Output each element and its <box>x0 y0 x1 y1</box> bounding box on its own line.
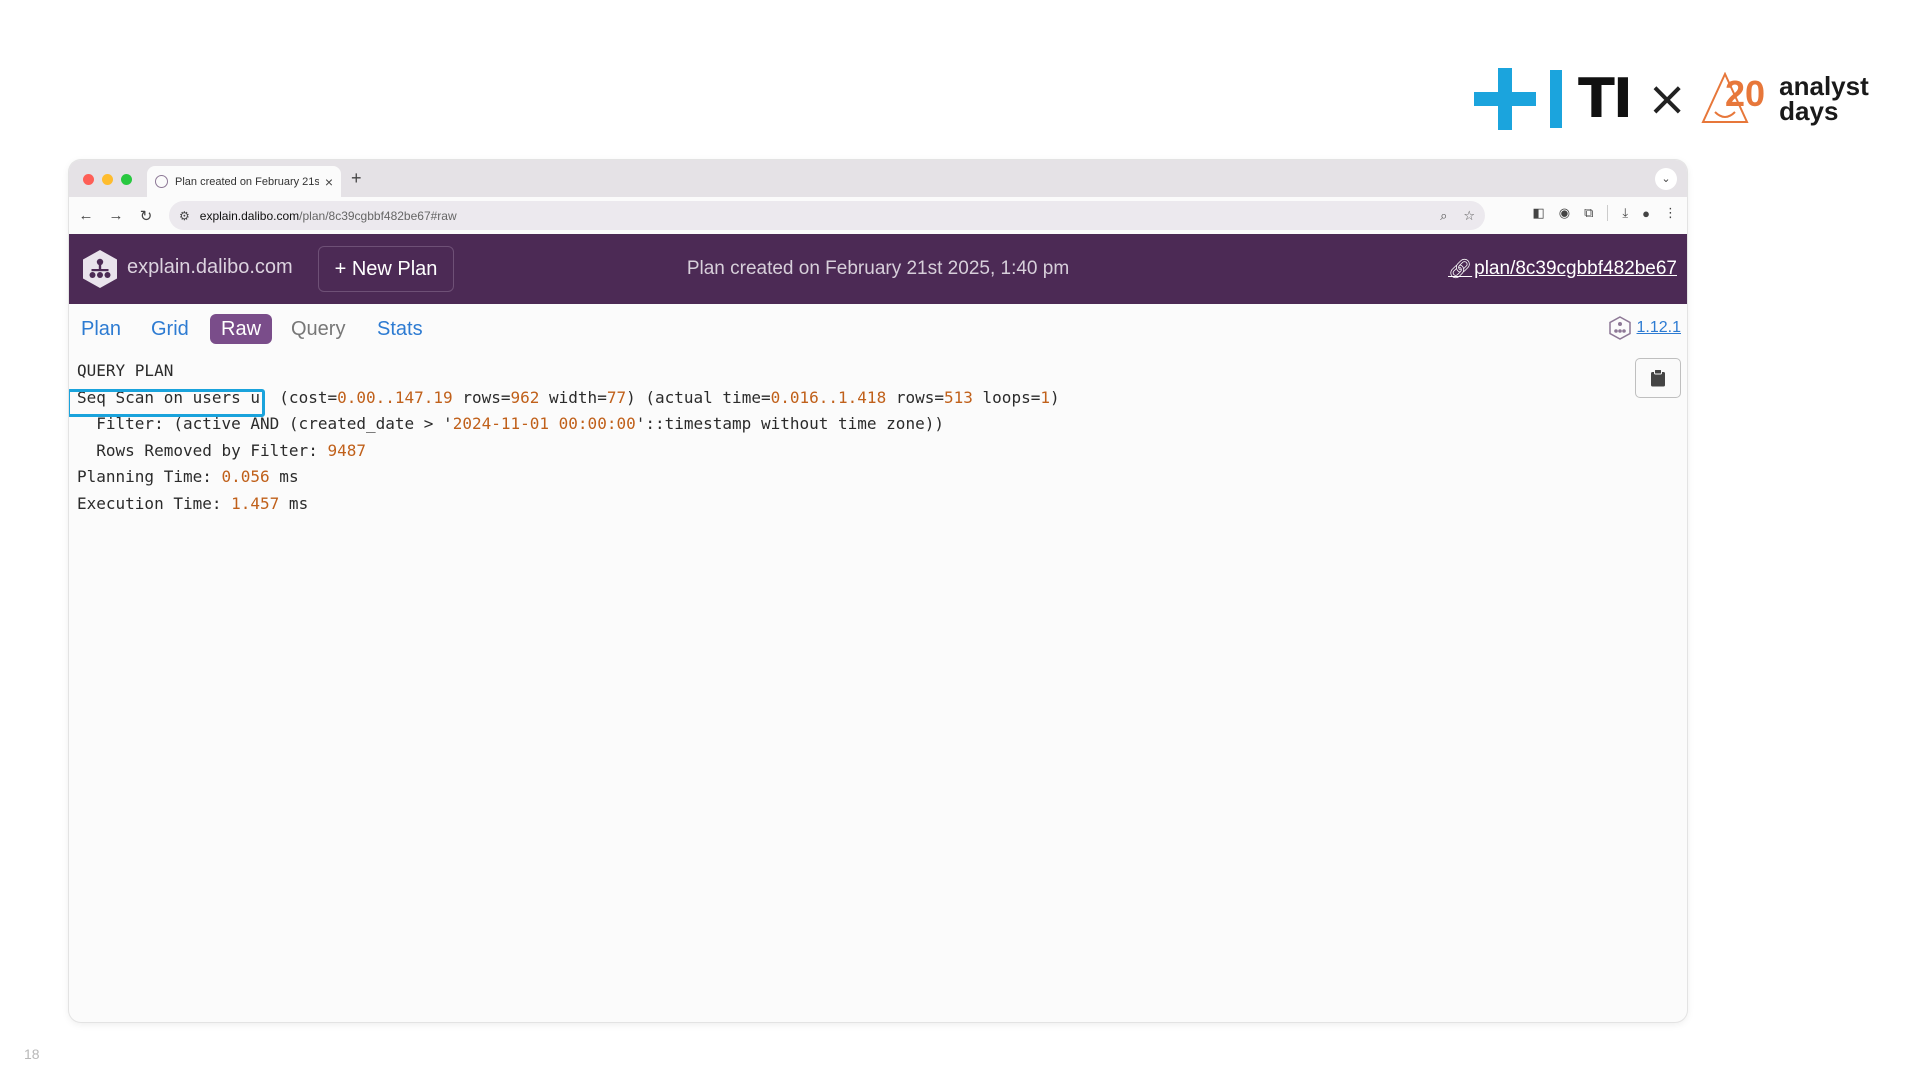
url-text[interactable]: explain.dalibo.com/plan/8c39cgbbf482be67… <box>200 209 1424 223</box>
back-button[interactable]: ← <box>71 207 101 224</box>
version-link[interactable]: 1.12.1 <box>1608 316 1681 340</box>
raw-text: ) <box>1049 387 1060 407</box>
cost-end: 147.19 <box>394 387 453 407</box>
raw-plan-output: QUERY PLAN Seq Scan on users u (cost=0.0… <box>69 354 1687 517</box>
toolbar-divider <box>1607 205 1609 221</box>
plan-rows: 962 <box>510 387 540 407</box>
plan-width: 77 <box>606 387 627 407</box>
maximize-window-button[interactable] <box>121 174 132 185</box>
analyst-days-text: analyst days <box>1779 73 1869 126</box>
ti-logo-text: TI <box>1578 67 1633 130</box>
tab-raw[interactable]: Raw <box>210 314 273 344</box>
translate-extension-icon[interactable]: ◧ <box>1532 205 1544 221</box>
cost-start: 0.00 <box>337 387 376 407</box>
reload-button[interactable]: ↻ <box>131 207 161 225</box>
profile-avatar-icon[interactable]: ● <box>1642 206 1650 221</box>
browser-window: Plan created on February 21st 2025, 1:40… <box>69 160 1687 1022</box>
bar-logo-icon <box>1550 70 1562 128</box>
raw-line-filter: Filter: (active AND (created_date > '202… <box>77 411 1687 438</box>
raw-text: ) (actual time= <box>626 387 771 407</box>
analyst-days-logo-icon: 20 <box>1701 71 1775 126</box>
execution-time-value: 1.457 <box>231 493 280 513</box>
raw-header: QUERY PLAN <box>77 361 174 380</box>
download-icon[interactable]: ⤓ <box>1622 205 1628 221</box>
raw-text: ms <box>269 467 299 486</box>
browser-tab-bar: Plan created on February 21st 2025, 1:40… <box>69 160 1687 197</box>
raw-text: Execution Time: <box>77 493 232 513</box>
times-sign: × <box>1646 71 1688 127</box>
raw-text: .. <box>818 387 839 407</box>
rows-removed-value: 9487 <box>327 440 366 460</box>
plan-title: Plan created on February 21st 2025, 1:40… <box>686 258 1070 279</box>
brand-logos: TI × 20 analyst days <box>1474 68 1869 130</box>
extensions-row: ◧ ◉ ⧉ ⤓ ● ⋮ <box>1532 205 1677 221</box>
close-tab-icon[interactable]: × <box>325 174 333 190</box>
slide-page-number: 18 <box>24 1046 40 1062</box>
raw-text: rows= <box>452 387 511 407</box>
browser-menu-icon[interactable]: ⋮ <box>1664 205 1677 221</box>
tab-grid[interactable]: Grid <box>151 314 189 344</box>
raw-line-planning-time: Planning Time: 0.056 ms <box>77 464 1687 491</box>
browser-tab[interactable]: Plan created on February 21st 2025, 1:40… <box>147 166 341 197</box>
browser-tab-title: Plan created on February 21st 2025, 1:40… <box>175 175 319 188</box>
raw-line-execution-time: Execution Time: 1.457 ms <box>77 491 1687 518</box>
plus-logo-icon <box>1474 68 1536 130</box>
raw-text: Planning Time: <box>77 467 222 486</box>
url-host: explain.dalibo.com <box>199 208 300 223</box>
tab-favicon-icon <box>155 175 168 188</box>
tab-plan[interactable]: Plan <box>81 314 121 344</box>
clipboard-icon <box>1651 369 1665 387</box>
permalink-link[interactable]: 🔗︎ plan/8c39cgbbf482be67 <box>1448 257 1677 281</box>
version-text: 1.12.1 <box>1636 319 1681 336</box>
bookmark-star-icon[interactable]: ☆ <box>1463 208 1475 224</box>
view-tabs: Plan Grid Raw Query Stats 1.12.1 <box>69 304 1687 354</box>
zoom-icon[interactable]: ⌕ <box>1440 208 1447 224</box>
raw-text: rows= <box>886 387 944 407</box>
analyst-days-number: 20 <box>1725 73 1765 114</box>
browser-toolbar: ← → ↻ ⚙ explain.dalibo.com/plan/8c39cgbb… <box>69 197 1687 234</box>
raw-text: .. <box>375 387 395 407</box>
planning-time-value: 0.056 <box>221 467 270 486</box>
forward-button[interactable]: → <box>101 207 131 224</box>
raw-text: ms <box>279 493 309 513</box>
permalink-text: plan/8c39cgbbf482be67 <box>1474 258 1677 279</box>
copy-button[interactable] <box>1635 358 1681 398</box>
raw-text: width= <box>539 387 607 407</box>
tab-search-button[interactable]: ⌄ <box>1655 168 1677 190</box>
new-tab-button[interactable]: + <box>351 168 362 189</box>
raw-text: loops= <box>972 387 1041 407</box>
analyst-days-line2: days <box>1779 96 1839 126</box>
seq-scan-highlight-box <box>69 389 265 417</box>
filter-time: 00:00:00 <box>558 414 636 433</box>
extensions-puzzle-icon[interactable]: ⧉ <box>1584 205 1593 221</box>
actual-time-start: 0.016 <box>770 387 819 407</box>
link-icon: 🔗︎ <box>1448 259 1473 280</box>
raw-line-rows-removed: Rows Removed by Filter: 9487 <box>77 438 1687 465</box>
raw-text <box>549 414 559 433</box>
minimize-window-button[interactable] <box>102 174 113 185</box>
version-logo-icon <box>1608 316 1631 340</box>
loops: 1 <box>1040 387 1050 407</box>
raw-text: '::timestamp without time zone)) <box>635 414 944 433</box>
tab-query[interactable]: Query <box>291 314 345 344</box>
filter-date: 2024-11-01 <box>452 414 550 433</box>
close-window-button[interactable] <box>83 174 94 185</box>
actual-time-end: 1.418 <box>838 387 887 407</box>
site-header: explain.dalibo.com + New Plan Plan creat… <box>69 234 1687 304</box>
raw-line-seq-scan: Seq Scan on users u (cost=0.00..147.19 r… <box>77 385 1687 412</box>
site-settings-icon[interactable]: ⚙ <box>179 209 190 223</box>
url-path: /plan/8c39cgbbf482be67#raw <box>299 208 457 223</box>
tab-stats[interactable]: Stats <box>377 314 423 344</box>
address-bar[interactable]: ⚙ explain.dalibo.com/plan/8c39cgbbf482be… <box>169 201 1485 230</box>
raw-text: Rows Removed by Filter: <box>77 440 328 460</box>
password-extension-icon[interactable]: ◉ <box>1559 205 1570 221</box>
actual-rows: 513 <box>944 387 973 407</box>
window-controls <box>83 174 132 185</box>
